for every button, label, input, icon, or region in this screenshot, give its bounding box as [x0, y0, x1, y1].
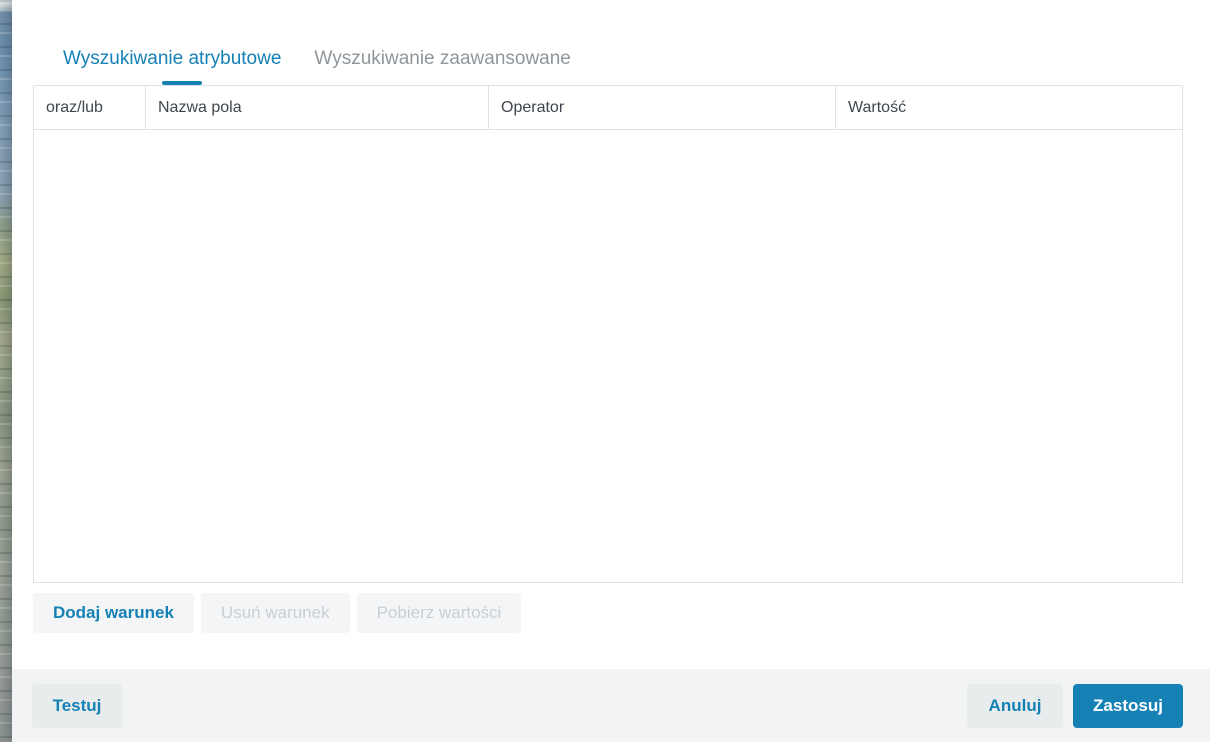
conditions-table: oraz/lub Nazwa pola Operator Wartość	[33, 85, 1183, 583]
column-header-and-or: oraz/lub	[34, 86, 146, 129]
apply-button[interactable]: Zastosuj	[1073, 683, 1183, 728]
active-tab-indicator	[162, 81, 202, 85]
column-header-field-name: Nazwa pola	[146, 86, 489, 129]
tab-attribute-search[interactable]: Wyszukiwanie atrybutowe	[63, 46, 281, 72]
dialog-body: Wyszukiwanie atrybutowe Wyszukiwanie zaa…	[12, 0, 1210, 669]
tab-advanced-search[interactable]: Wyszukiwanie zaawansowane	[314, 46, 570, 72]
fetch-values-button[interactable]: Pobierz wartości	[356, 593, 522, 633]
conditions-toolbar: Dodaj warunek Usuń warunek Pobierz warto…	[33, 593, 1183, 633]
search-tabs: Wyszukiwanie atrybutowe Wyszukiwanie zaa…	[63, 46, 1183, 85]
column-header-operator: Operator	[489, 86, 836, 129]
add-condition-button[interactable]: Dodaj warunek	[33, 593, 194, 633]
attribute-search-dialog: Wyszukiwanie atrybutowe Wyszukiwanie zaa…	[12, 0, 1210, 742]
column-header-value: Wartość	[848, 98, 907, 116]
dialog-footer: Testuj Anuluj Zastosuj	[12, 669, 1210, 742]
cancel-button[interactable]: Anuluj	[967, 683, 1063, 728]
conditions-table-body	[34, 130, 1182, 582]
test-button[interactable]: Testuj	[32, 683, 122, 728]
conditions-table-header: oraz/lub Nazwa pola Operator Wartość	[34, 86, 1182, 130]
remove-condition-button[interactable]: Usuń warunek	[200, 593, 350, 633]
